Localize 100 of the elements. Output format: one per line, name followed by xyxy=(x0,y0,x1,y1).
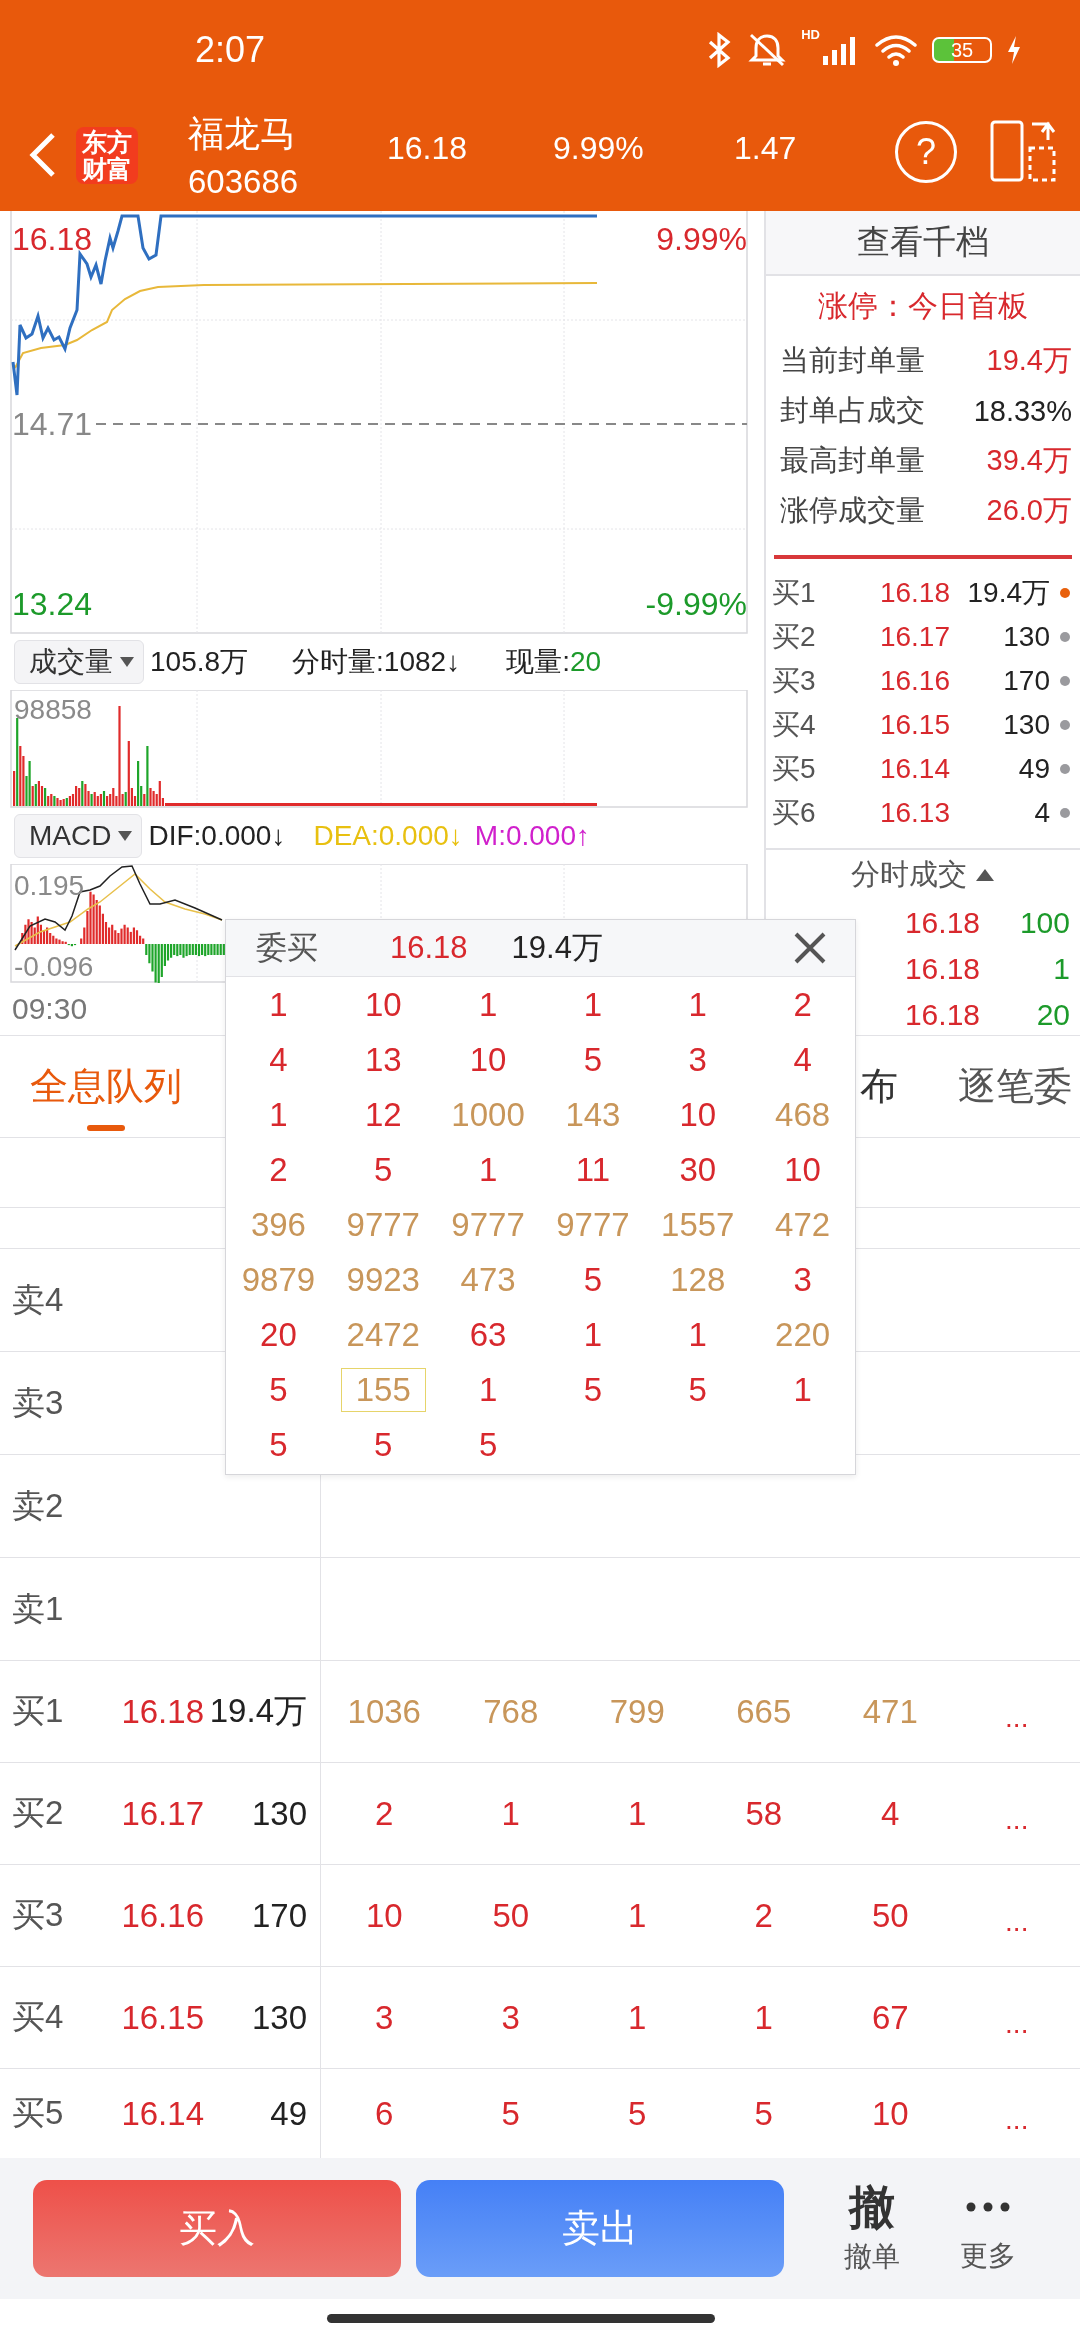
queue-order-size: 1036 xyxy=(346,1692,422,1731)
trade-volume: 1 xyxy=(1053,952,1070,986)
order-size[interactable]: 4 xyxy=(254,1037,303,1082)
order-size[interactable]: 1 xyxy=(254,1092,303,1137)
tab[interactable]: 布 xyxy=(860,1036,898,1137)
order-size[interactable]: 5 xyxy=(568,1367,618,1412)
total-volume: 105.8万 xyxy=(150,645,249,679)
order-size[interactable]: 9777 xyxy=(331,1202,435,1247)
help-button[interactable]: ? xyxy=(895,121,957,183)
order-size[interactable]: 3 xyxy=(778,1257,827,1302)
prev-close-label: 14.71 xyxy=(12,408,93,440)
order-size[interactable]: 10 xyxy=(454,1037,522,1082)
order-size[interactable]: 4 xyxy=(778,1037,827,1082)
trade-price: 16.18 xyxy=(904,952,980,986)
more-orders-link[interactable]: ... xyxy=(953,1893,1080,1938)
order-size[interactable]: 1 xyxy=(463,1367,513,1412)
bid-level-label: 买2 xyxy=(12,1793,65,1833)
more-button[interactable]: 更多 xyxy=(960,2182,1016,2275)
order-size[interactable]: 13 xyxy=(349,1037,417,1082)
tab[interactable]: 逐笔委 xyxy=(958,1036,1072,1137)
order-size[interactable]: 468 xyxy=(760,1092,846,1137)
order-size[interactable]: 1557 xyxy=(646,1202,750,1247)
view-depth-button[interactable]: 查看千档 xyxy=(766,211,1080,276)
queue-order-size: 10 xyxy=(364,1896,404,1935)
order-size[interactable]: 1 xyxy=(463,982,513,1027)
order-size[interactable]: 1 xyxy=(673,1312,722,1357)
current-volume-label: 现量: xyxy=(506,645,570,679)
queue-order-size: 1 xyxy=(753,1998,774,2037)
order-size[interactable]: 3 xyxy=(673,1037,722,1082)
more-orders-link[interactable]: ... xyxy=(953,1689,1080,1734)
order-size[interactable]: 5 xyxy=(359,1147,408,1192)
order-size[interactable]: 1 xyxy=(568,982,618,1027)
more-orders-link[interactable]: ... xyxy=(953,1995,1080,2040)
order-size[interactable]: 1 xyxy=(463,1147,513,1192)
bid-volume: 19.4万 xyxy=(966,576,1050,610)
order-size[interactable]: 473 xyxy=(445,1257,531,1302)
bid-volume: 130 xyxy=(250,1794,307,1833)
order-size[interactable]: 128 xyxy=(655,1257,741,1302)
order-size[interactable]: 9879 xyxy=(226,1257,331,1302)
order-size[interactable]: 155 xyxy=(340,1367,426,1412)
order-size[interactable]: 5 xyxy=(359,1422,408,1467)
order-size[interactable]: 1 xyxy=(254,982,303,1027)
order-size[interactable]: 10 xyxy=(769,1147,836,1192)
bid-level-label: 买4 xyxy=(772,708,817,742)
buy-button[interactable]: 买入 xyxy=(33,2180,401,2277)
order-size[interactable]: 5 xyxy=(463,1422,513,1467)
stat-value: 39.4万 xyxy=(986,443,1072,478)
collapse-icon[interactable] xyxy=(975,868,995,882)
network-type-label: HD xyxy=(801,27,820,42)
order-size[interactable]: 10 xyxy=(664,1092,732,1137)
order-size[interactable]: 5 xyxy=(254,1422,303,1467)
order-size[interactable]: 9777 xyxy=(436,1202,540,1247)
low-percent-label: -9.99% xyxy=(645,588,747,620)
order-size[interactable]: 396 xyxy=(235,1202,321,1247)
more-orders-link[interactable]: ... xyxy=(953,1791,1080,1836)
queue-order-size: 10 xyxy=(870,2094,910,2133)
order-size[interactable]: 220 xyxy=(760,1312,846,1357)
trade-volume: 100 xyxy=(1019,906,1070,940)
order-size[interactable]: 1 xyxy=(673,982,722,1027)
bid-volume: 4 xyxy=(1033,797,1050,829)
queue-order-size: 665 xyxy=(735,1692,793,1731)
order-size[interactable]: 472 xyxy=(760,1202,846,1247)
order-size[interactable]: 5 xyxy=(568,1257,618,1302)
volume-max-label: 98858 xyxy=(14,696,92,724)
order-size[interactable]: 30 xyxy=(664,1147,732,1192)
order-size[interactable]: 5 xyxy=(568,1037,618,1082)
stat-label: 当前封单量 xyxy=(780,343,925,378)
order-size[interactable]: 2472 xyxy=(331,1312,435,1357)
order-size[interactable]: 9923 xyxy=(331,1257,435,1302)
order-size[interactable]: 5 xyxy=(254,1367,303,1412)
order-size[interactable]: 12 xyxy=(349,1092,417,1137)
queue-order-size: 1 xyxy=(500,1794,521,1833)
layout-switch-icon[interactable] xyxy=(990,120,1056,182)
order-size[interactable]: 1000 xyxy=(436,1092,540,1137)
order-size[interactable]: 2 xyxy=(254,1147,303,1192)
order-size[interactable]: 1 xyxy=(778,1367,827,1412)
queue-order-size: 3 xyxy=(500,1998,521,2037)
order-size[interactable]: 10 xyxy=(349,982,417,1027)
order-size[interactable]: 11 xyxy=(560,1147,626,1192)
order-size[interactable]: 9777 xyxy=(541,1202,645,1247)
order-size[interactable]: 2 xyxy=(778,982,827,1027)
queue-order-size: 3 xyxy=(374,1998,395,2037)
queue-order-size: 50 xyxy=(491,1896,531,1935)
order-size[interactable]: 20 xyxy=(245,1312,312,1357)
order-size[interactable]: 63 xyxy=(454,1312,522,1357)
order-size[interactable]: 5 xyxy=(673,1367,722,1412)
cancel-order-button[interactable]: 撤 撤单 xyxy=(844,2181,900,2276)
close-button[interactable] xyxy=(793,931,827,965)
bid-volume: 130 xyxy=(250,1998,307,2037)
indicator-dropdown[interactable]: MACD xyxy=(14,814,143,858)
order-size[interactable]: 143 xyxy=(550,1092,636,1137)
sell-button[interactable]: 卖出 xyxy=(416,2180,784,2277)
bid-volume: 170 xyxy=(250,1896,307,1935)
bid-volume: 130 xyxy=(1002,621,1050,653)
more-orders-link[interactable]: ... xyxy=(953,2091,1080,2136)
trades-title: 分时成交 xyxy=(851,857,967,892)
tab[interactable]: 全息队列 xyxy=(30,1036,182,1137)
indicator-dropdown[interactable]: 成交量 xyxy=(14,640,144,684)
order-size[interactable]: 1 xyxy=(568,1312,618,1357)
bid-level-label: 买1 xyxy=(772,576,817,610)
